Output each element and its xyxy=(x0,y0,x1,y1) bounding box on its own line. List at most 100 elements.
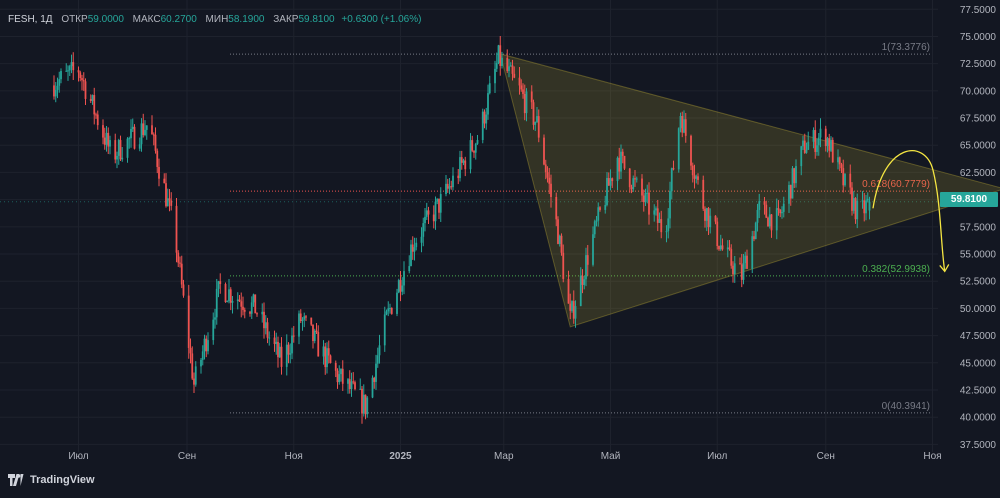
symbol-label[interactable]: FESH, 1Д xyxy=(8,14,53,25)
candle-body xyxy=(775,208,778,231)
candle-body xyxy=(438,198,440,213)
candle-body xyxy=(483,111,486,124)
candle-body xyxy=(793,168,796,184)
candle-body xyxy=(849,173,852,188)
candle-body xyxy=(432,214,435,222)
candle-body xyxy=(805,149,808,153)
candle-body xyxy=(604,204,607,210)
candle-body xyxy=(511,65,514,74)
candle-body xyxy=(299,313,302,322)
price-tick-label: 75.0000 xyxy=(960,32,997,43)
candle-body xyxy=(592,234,594,265)
candle-body xyxy=(411,244,414,252)
candle-body xyxy=(641,178,643,196)
candle-body xyxy=(660,219,663,233)
low-label: МИН xyxy=(205,14,229,25)
candle-body xyxy=(550,183,552,197)
candle-body xyxy=(730,249,733,266)
candle-body xyxy=(499,45,502,66)
candle-body xyxy=(224,284,227,303)
candle-body xyxy=(212,319,215,341)
candle-body xyxy=(814,130,817,152)
candle-body xyxy=(585,255,587,280)
candle-body xyxy=(683,119,685,133)
candle-body xyxy=(733,263,736,275)
candle-body xyxy=(341,368,344,384)
candle-body xyxy=(782,203,785,212)
candle-body xyxy=(609,178,612,186)
candle-body xyxy=(819,128,822,138)
price-tick-label: 50.0000 xyxy=(960,304,997,315)
candle-body xyxy=(154,134,157,151)
candle-body xyxy=(817,137,820,146)
candle-body xyxy=(718,246,720,250)
candle-body xyxy=(103,137,106,145)
candle-body xyxy=(371,377,374,398)
candle-body xyxy=(803,140,806,153)
candle-body xyxy=(634,178,636,180)
candle-body xyxy=(807,141,810,150)
candle-body xyxy=(243,309,246,312)
candle-body xyxy=(403,271,405,286)
candle-body xyxy=(572,301,575,319)
candle-body xyxy=(691,165,694,176)
candle-body xyxy=(606,177,608,205)
candle-body xyxy=(452,175,454,188)
candle-body xyxy=(289,353,292,355)
candle-body xyxy=(415,242,418,248)
candle-body xyxy=(642,195,645,203)
candle-body xyxy=(116,155,118,160)
candle-body xyxy=(261,311,264,315)
time-tick-label: Май xyxy=(601,451,621,462)
price-chart[interactable]: 1(73.3776)0.618(60.7779)0.382(52.9938)0(… xyxy=(0,0,1000,498)
candle-body xyxy=(189,347,192,354)
candle-body xyxy=(114,140,117,160)
candle-body xyxy=(462,160,465,163)
candle-body xyxy=(781,211,783,214)
candle-body xyxy=(410,244,412,267)
candle-body xyxy=(130,128,132,139)
candle-body xyxy=(501,57,503,66)
candle-body xyxy=(497,45,500,64)
candle-body xyxy=(838,157,841,165)
candle-body xyxy=(313,330,316,342)
triangle-pattern[interactable] xyxy=(499,53,1000,328)
candle-body xyxy=(387,308,390,312)
candle-body xyxy=(459,157,461,179)
candle-body xyxy=(82,80,85,82)
price-tick-label: 67.5000 xyxy=(960,114,997,125)
candle-body xyxy=(126,138,129,158)
price-tick-label: 52.5000 xyxy=(960,277,997,288)
time-tick-label: Сен xyxy=(817,451,835,462)
price-tick-label: 55.0000 xyxy=(960,250,997,261)
time-tick-label: Июл xyxy=(68,451,88,462)
candle-body xyxy=(242,306,244,310)
candle-body xyxy=(96,114,99,126)
candle-body xyxy=(58,79,61,86)
candle-body xyxy=(93,95,96,115)
candle-body xyxy=(742,263,745,280)
candle-body xyxy=(623,155,626,169)
candle-body xyxy=(378,345,381,356)
candle-body xyxy=(228,289,230,302)
candle-body xyxy=(628,168,631,188)
candle-body xyxy=(81,78,83,81)
candle-body xyxy=(303,316,306,320)
candle-body xyxy=(520,85,523,90)
candle-body xyxy=(677,128,680,170)
candle-body xyxy=(851,187,853,211)
candle-body xyxy=(420,236,423,243)
tradingview-logo[interactable]: TradingView xyxy=(8,474,95,486)
candle-body xyxy=(826,138,829,147)
candle-body xyxy=(632,178,635,190)
candle-body xyxy=(305,316,307,318)
brand-name: TradingView xyxy=(30,474,95,486)
candle-body xyxy=(70,62,73,67)
candle-body xyxy=(268,337,271,339)
candle-body xyxy=(240,301,243,307)
price-tick-label: 72.5000 xyxy=(960,59,997,70)
candle-body xyxy=(91,95,94,101)
candle-body xyxy=(844,173,846,186)
candle-body xyxy=(672,168,675,170)
candle-body xyxy=(543,137,545,165)
